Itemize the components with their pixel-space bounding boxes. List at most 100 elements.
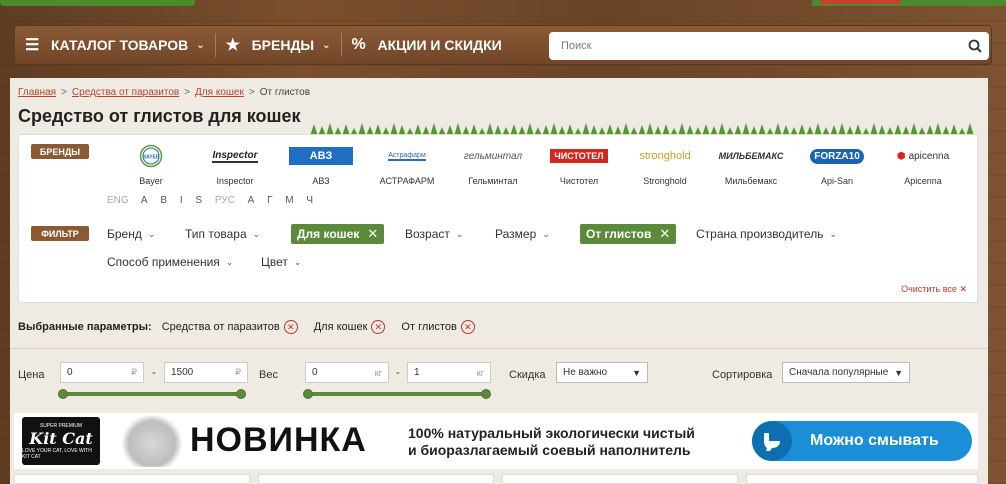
brand-name: Stronghold [643,176,687,186]
flushable-label: Можно смывать [810,432,939,449]
selected-params-label: Выбранные параметры: [18,321,152,333]
close-icon[interactable]: ✕ [460,320,475,334]
chevron-down-icon: ⌄ [196,39,205,51]
breadcrumb: Главная > Средства от паразитов > Для кошек >… [18,87,310,98]
brand-stronghold[interactable]: stronghold Stronghold [625,145,705,186]
alphabet-letter[interactable]: S [195,195,202,206]
top-red-strip [820,0,900,4]
chevron-down-icon: ⌄ [455,228,464,239]
slider-handle-min[interactable] [58,389,68,399]
brand-api-san[interactable]: FORZA10 Api-San [797,145,877,186]
page-title: Средство от глистов для кошек [18,106,301,126]
selected-chip: Для кошек ✕ [314,320,386,334]
brand-chistotel[interactable]: ЧИСТОТЕЛ Чистотел [539,145,619,186]
filter-size[interactable]: Размер ⌄ [495,227,550,241]
alphabet-letter[interactable]: I [180,195,183,206]
close-icon[interactable]: ✕ [367,226,378,242]
alphabet-eng-label[interactable]: ENG [107,195,129,206]
cat-image [122,415,182,467]
breadcrumb-current: От глистов [259,87,311,98]
chevron-down-icon: ⌄ [225,256,234,267]
currency-unit: ₽ [131,367,137,377]
slider-handle-max[interactable] [481,389,491,399]
breadcrumb-separator: > [248,87,255,98]
weight-slider[interactable] [303,389,491,399]
weight-from-input[interactable]: 0 кг [305,362,389,383]
currency-unit: ₽ [235,367,241,377]
filter-product-type[interactable]: Тип товара ⌄ [185,227,260,241]
alphabet-letter[interactable]: А [248,195,255,206]
flushable-badge: Можно смывать [752,421,972,461]
product-cards-row [14,474,978,484]
breadcrumb-parasites[interactable]: Средства от паразитов [72,87,179,98]
filter-label: Способ применения [107,255,220,269]
alphabet-letter[interactable]: B [160,195,167,206]
top-decoration [0,0,1006,14]
slider-handle-min[interactable] [303,389,313,399]
product-card[interactable] [14,474,250,484]
filter-active-for-cats[interactable]: Для кошек ✕ [291,224,385,244]
search-button[interactable] [961,32,989,60]
breadcrumb-separator: > [184,87,191,98]
brand-milbemax[interactable]: МИЛЬБЕМАКС Мильбемакс [711,145,791,186]
stronghold-logo: stronghold [639,150,691,162]
filter-label: Возраст [405,227,450,241]
filter-age[interactable]: Возраст ⌄ [405,227,463,241]
price-slider[interactable] [58,389,246,399]
inspector-logo: Inspector [212,149,258,163]
brand-bayer[interactable]: BAYER Bayer [111,144,191,186]
chip-label: От глистов [401,321,457,333]
breadcrumb-cats[interactable]: Для кошек [195,87,244,98]
filter-label: Страна производитель [696,227,824,241]
forza10-logo: FORZA10 [797,145,877,167]
kitcat-tagline-bottom: LOVE YOUR CAT, LOVE WITH KIT CAT [22,447,92,460]
weight-to-input[interactable]: 1 кг [407,362,491,383]
filter-color[interactable]: Цвет ⌄ [261,255,301,269]
chevron-down-icon: ⌄ [293,256,302,267]
brand-name: АВЗ [312,176,330,186]
alphabet-letter[interactable]: М [285,195,293,206]
clear-all-button[interactable]: Очистить все ✕ [901,284,967,295]
filter-label: Для кошек [297,227,360,241]
filter-country[interactable]: Страна производитель ⌄ [696,227,837,241]
nav-catalog[interactable]: ☰ КАТАЛОГ ТОВАРОВ ⌄ [15,25,215,65]
param-controls: Цена 0 ₽ - 1500 ₽ Вес 0 кг - 1 кг Скидка Не … [18,362,978,402]
weight-unit: кг [476,367,484,378]
nav-sales-label: АКЦИИ И СКИДКИ [377,37,502,53]
nav-brands[interactable]: ★ БРЕНДЫ ⌄ [216,25,341,65]
sort-select[interactable]: Сначала популярные ▼ [782,362,910,383]
filter-application[interactable]: Способ применения ⌄ [107,255,233,269]
close-icon[interactable]: ✕ [659,226,670,242]
close-icon[interactable]: ✕ [371,320,386,334]
alphabet-letter[interactable]: Г [267,195,272,206]
brand-astrafarm[interactable]: Астрафарм АСТРАФАРМ [367,145,447,187]
brand-name: Мильбемакс [724,176,778,186]
brand-inspector[interactable]: Inspector Inspector [195,145,275,186]
brand-avz[interactable]: АВЗ АВЗ [281,145,361,186]
brand-name: АСТРАФАРМ [379,176,435,186]
brand-name: Bayer [139,176,163,186]
banner-headline: НОВИНКА [190,421,367,459]
nav-sales[interactable]: % АКЦИИ И СКИДКИ [342,25,512,65]
filter-label: Бренд [107,227,142,241]
discount-select[interactable]: Не важно ▼ [556,362,648,383]
price-to-input[interactable]: 1500 ₽ [164,362,248,383]
astrafarm-logo: Астрафарм [388,151,426,161]
search-input[interactable] [549,33,961,59]
filter-brand[interactable]: Бренд ⌄ [107,227,155,241]
alphabet-rus-label[interactable]: РУС [215,195,235,206]
close-icon[interactable]: ✕ [283,320,298,334]
filter-active-worms[interactable]: От глистов ✕ [580,224,677,244]
product-card[interactable] [502,474,738,484]
breadcrumb-home[interactable]: Главная [18,87,56,98]
brand-gelmintal[interactable]: гельминтал Гельминтал [453,145,533,187]
alphabet-letter[interactable]: Ч [306,195,313,206]
product-card[interactable] [746,474,978,484]
promo-banner[interactable]: SUPER PREMIUM Kit Cat LOVE YOUR CAT, LOV… [14,413,978,469]
alphabet-letter[interactable]: A [141,195,148,206]
toilet-icon [752,421,792,461]
price-from-input[interactable]: 0 ₽ [60,362,144,383]
slider-handle-max[interactable] [236,389,246,399]
brand-apicenna[interactable]: ⬢ apicenna Apicenna [883,145,963,187]
product-card[interactable] [258,474,494,484]
